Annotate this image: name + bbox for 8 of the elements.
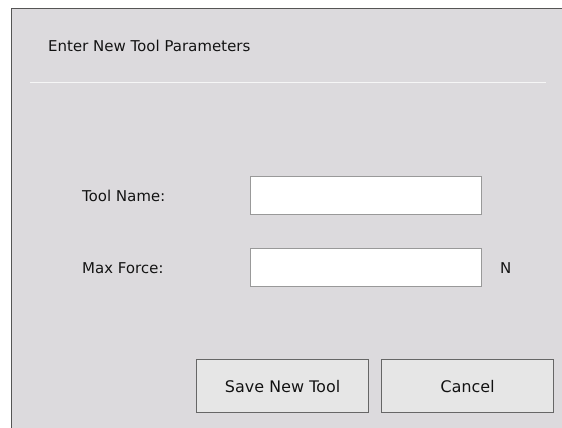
input-field[interactable] <box>250 176 482 215</box>
input-field[interactable] <box>250 248 482 287</box>
field-label: Max Force: <box>82 258 164 276</box>
cancel-button[interactable]: Cancel <box>381 359 554 413</box>
save-button[interactable]: Save New Tool <box>196 359 369 413</box>
field-label: Tool Name: <box>82 186 166 204</box>
dialog-title: Enter New Tool Parameters <box>48 36 252 57</box>
unit-label: N <box>500 258 512 276</box>
